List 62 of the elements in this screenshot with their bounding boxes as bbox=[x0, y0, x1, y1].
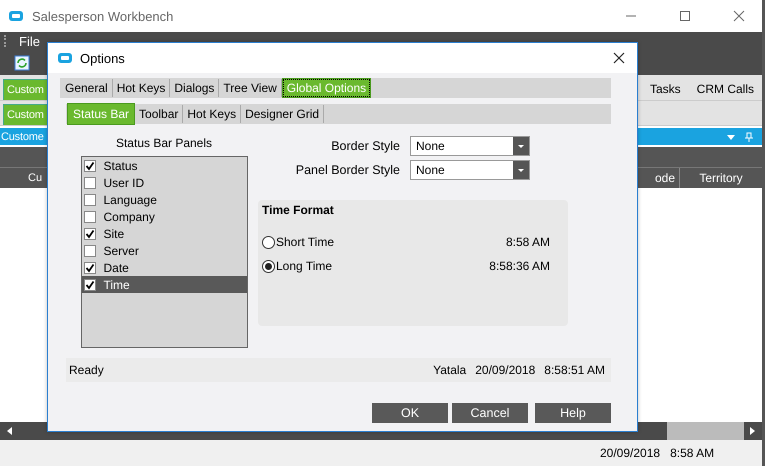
column-header[interactable]: Cu bbox=[28, 172, 42, 184]
dialog-title: Options bbox=[80, 50, 125, 66]
status-date: 20/09/2018 bbox=[600, 446, 660, 460]
status-time: 8:58 AM bbox=[670, 446, 714, 460]
checkbox[interactable] bbox=[84, 194, 96, 206]
dialog-button[interactable]: Cancel bbox=[452, 403, 528, 423]
pin-icon[interactable] bbox=[744, 132, 754, 142]
dialog-button[interactable]: OK bbox=[372, 403, 448, 423]
maximize-icon[interactable] bbox=[679, 10, 691, 22]
app-tab[interactable]: Tasks bbox=[642, 78, 689, 100]
group-title: Time Format bbox=[262, 203, 335, 217]
options-tab[interactable]: Dialogs bbox=[170, 79, 220, 97]
list-item[interactable]: Status bbox=[82, 157, 246, 174]
checkbox[interactable] bbox=[84, 278, 96, 290]
close-icon[interactable] bbox=[613, 52, 625, 64]
status-text: 8:58:51 AM bbox=[544, 363, 605, 377]
list-item[interactable]: Language bbox=[82, 191, 246, 208]
radio-label[interactable]: Long Time bbox=[276, 259, 332, 273]
dropdown-field[interactable]: None bbox=[410, 160, 530, 180]
field-label: Panel Border Style bbox=[296, 163, 400, 177]
checkbox[interactable] bbox=[84, 228, 96, 240]
dropdown-field[interactable]: None bbox=[410, 136, 530, 156]
status-text: Yatala bbox=[433, 363, 466, 377]
column-header[interactable]: Territory bbox=[679, 168, 762, 188]
checkbox[interactable] bbox=[84, 210, 96, 222]
list-item[interactable]: User ID bbox=[82, 174, 246, 191]
scroll-right-icon[interactable] bbox=[748, 426, 756, 436]
time-example: 8:58:36 AM bbox=[489, 259, 550, 273]
options-tab[interactable]: Hot Keys bbox=[112, 79, 170, 97]
app-tab[interactable]: CRM Calls bbox=[688, 78, 762, 100]
menu-item[interactable]: File bbox=[19, 34, 40, 48]
options-subtab[interactable]: Toolbar bbox=[135, 105, 184, 123]
checkbox[interactable] bbox=[84, 176, 96, 188]
radio-label[interactable]: Short Time bbox=[276, 235, 334, 249]
window-title: Salesperson Workbench bbox=[32, 8, 174, 24]
checkbox[interactable] bbox=[84, 244, 96, 256]
list-item[interactable]: Site bbox=[82, 225, 246, 242]
list-item[interactable]: Time bbox=[82, 276, 246, 293]
options-subtab[interactable]: Designer Grid bbox=[241, 105, 324, 123]
scroll-thumb[interactable] bbox=[667, 422, 744, 440]
panel-title: Custome bbox=[1, 130, 44, 142]
scroll-left-icon[interactable] bbox=[6, 426, 14, 436]
radio-button[interactable] bbox=[262, 260, 275, 272]
checkbox[interactable] bbox=[84, 160, 96, 172]
refresh-icon[interactable] bbox=[14, 54, 30, 70]
time-example: 8:58 AM bbox=[506, 235, 550, 249]
dialog-button[interactable]: Help bbox=[535, 403, 611, 423]
options-subtab[interactable]: Hot Keys bbox=[183, 105, 242, 123]
options-tab[interactable]: General bbox=[61, 79, 113, 97]
column-header[interactable]: ode bbox=[649, 171, 679, 185]
status-text: Ready bbox=[69, 363, 104, 377]
list-item[interactable]: Server bbox=[82, 242, 246, 259]
list-item[interactable]: Date bbox=[82, 259, 246, 276]
radio-button[interactable] bbox=[262, 236, 275, 248]
field-label: Border Style bbox=[331, 139, 400, 153]
app-icon bbox=[8, 10, 24, 22]
checkbox[interactable] bbox=[84, 262, 96, 274]
section-label: Status Bar Panels bbox=[116, 136, 212, 150]
dropdown-icon[interactable] bbox=[726, 132, 736, 140]
app-icon bbox=[57, 52, 73, 64]
status-text: 20/09/2018 bbox=[475, 363, 536, 377]
list-item[interactable]: Company bbox=[82, 208, 246, 225]
